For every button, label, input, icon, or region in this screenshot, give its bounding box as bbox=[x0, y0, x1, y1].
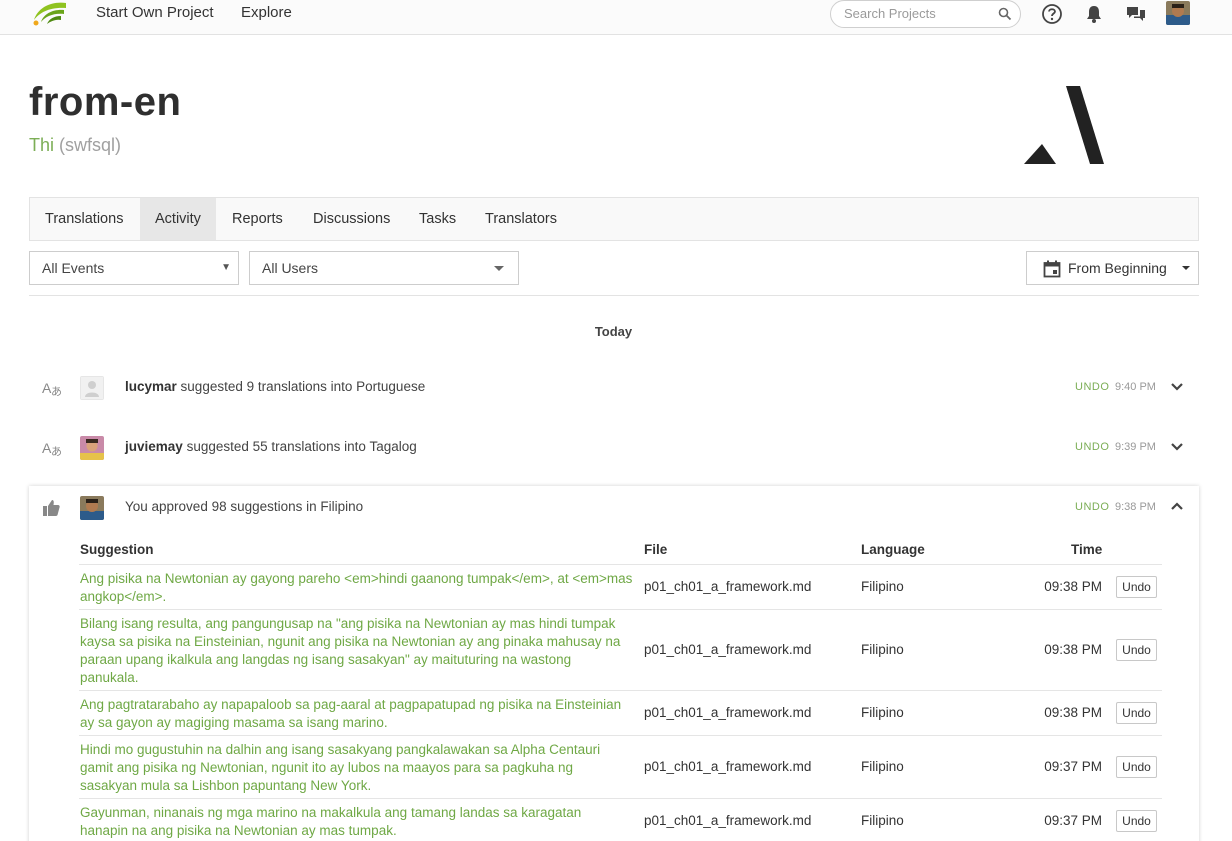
calendar-icon bbox=[1043, 260, 1061, 278]
undo-button[interactable]: Undo bbox=[1116, 810, 1157, 832]
event-description: lucymar suggested 9 translations into Po… bbox=[125, 379, 425, 394]
bell-icon[interactable] bbox=[1083, 3, 1105, 25]
owner-handle: (swfsql) bbox=[59, 135, 122, 155]
search-icon[interactable] bbox=[998, 7, 1012, 21]
event-time: 9:40 PM bbox=[1115, 381, 1156, 393]
column-header-suggestion: Suggestion bbox=[80, 542, 154, 557]
table-row: Ang pagtratarabaho ay napapaloob sa pag-… bbox=[79, 690, 1162, 735]
suggestion-time: 09:38 PM bbox=[1044, 705, 1102, 720]
activity-event: A あ lucymar suggested 9 translations int… bbox=[29, 364, 1199, 412]
users-filter-select[interactable]: All Users bbox=[249, 251, 519, 285]
project-logo-icon bbox=[1024, 86, 1104, 164]
event-user-link[interactable]: juviemay bbox=[125, 439, 183, 454]
suggestion-time: 09:38 PM bbox=[1044, 579, 1102, 594]
user-avatar[interactable] bbox=[1166, 1, 1190, 25]
owner-name-link[interactable]: Thi bbox=[29, 135, 54, 155]
events-filter-select[interactable]: All Events ▼ bbox=[29, 251, 239, 285]
date-range-button[interactable]: From Beginning bbox=[1026, 251, 1199, 285]
suggestion-time: 09:37 PM bbox=[1044, 813, 1102, 828]
undo-link[interactable]: UNDO bbox=[1075, 441, 1109, 453]
suggestion-text[interactable]: Ang pisika na Newtonian ay gayong pareho… bbox=[80, 570, 633, 606]
undo-button[interactable]: Undo bbox=[1116, 702, 1157, 724]
avatar[interactable] bbox=[80, 436, 104, 460]
events-filter-value: All Events bbox=[42, 260, 105, 276]
language: Filipino bbox=[861, 813, 904, 828]
date-range-label: From Beginning bbox=[1068, 260, 1167, 276]
undo-link[interactable]: UNDO bbox=[1075, 381, 1109, 393]
table-row: Gayunman, ninanais ng mga marino na maka… bbox=[79, 798, 1162, 841]
file-name: p01_ch01_a_framework.md bbox=[644, 705, 812, 720]
chevron-up-icon[interactable] bbox=[1169, 498, 1185, 514]
table-row: Hindi mo gugustuhin na dalhin ang isang … bbox=[79, 735, 1162, 798]
tab-activity[interactable]: Activity bbox=[140, 198, 216, 240]
table-row: Bilang isang resulta, ang pangungusap na… bbox=[79, 609, 1162, 690]
svg-text:あ: あ bbox=[51, 385, 62, 398]
chevron-down-icon[interactable] bbox=[1169, 378, 1185, 394]
column-header-language: Language bbox=[861, 542, 925, 557]
language: Filipino bbox=[861, 759, 904, 774]
search-box[interactable] bbox=[830, 0, 1021, 28]
event-time: 9:39 PM bbox=[1115, 441, 1156, 453]
tab-translations[interactable]: Translations bbox=[30, 198, 138, 240]
messages-icon[interactable] bbox=[1125, 3, 1147, 25]
undo-button[interactable]: Undo bbox=[1116, 576, 1157, 598]
undo-link[interactable]: UNDO bbox=[1075, 501, 1109, 513]
event-text: You approved 98 suggestions in Filipino bbox=[125, 499, 364, 514]
language: Filipino bbox=[861, 579, 904, 594]
activity-event: You approved 98 suggestions in Filipino … bbox=[29, 484, 1199, 532]
project-tabs: Translations Activity Reports Discussion… bbox=[29, 197, 1199, 241]
suggestion-text[interactable]: Ang pagtratarabaho ay napapaloob sa pag-… bbox=[80, 696, 633, 732]
top-navbar: Start Own Project Explore bbox=[0, 0, 1232, 35]
divider bbox=[29, 295, 1199, 296]
translate-icon: A あ bbox=[42, 440, 62, 458]
tab-translators[interactable]: Translators bbox=[470, 198, 572, 240]
tab-tasks[interactable]: Tasks bbox=[404, 198, 471, 240]
table-row: Ang pisika na Newtonian ay gayong pareho… bbox=[79, 564, 1162, 609]
undo-button[interactable]: Undo bbox=[1116, 756, 1157, 778]
tab-reports[interactable]: Reports bbox=[217, 198, 298, 240]
start-own-project-link[interactable]: Start Own Project bbox=[96, 4, 214, 21]
event-text: suggested 55 translations into Tagalog bbox=[186, 439, 417, 454]
crowdin-logo-icon[interactable] bbox=[30, 0, 70, 28]
select-caret-icon: ▼ bbox=[221, 262, 231, 273]
tab-discussions[interactable]: Discussions bbox=[298, 198, 405, 240]
caret-down-icon bbox=[1182, 266, 1190, 270]
explore-link[interactable]: Explore bbox=[241, 4, 292, 21]
project-owner: Thi (swfsql) bbox=[29, 135, 121, 156]
translate-icon: A あ bbox=[42, 380, 62, 398]
avatar[interactable] bbox=[80, 496, 104, 520]
suggestion-text[interactable]: Gayunman, ninanais ng mga marino na maka… bbox=[80, 804, 633, 840]
column-header-time: Time bbox=[1071, 542, 1103, 557]
language: Filipino bbox=[861, 642, 904, 657]
event-user-link[interactable]: lucymar bbox=[125, 379, 177, 394]
suggestion-text[interactable]: Hindi mo gugustuhin na dalhin ang isang … bbox=[80, 741, 633, 795]
help-icon[interactable] bbox=[1041, 3, 1063, 25]
thumbs-up-icon bbox=[43, 500, 60, 516]
file-name: p01_ch01_a_framework.md bbox=[644, 579, 812, 594]
event-text: suggested 9 translations into Portuguese bbox=[180, 379, 426, 394]
users-filter-value: All Users bbox=[262, 260, 319, 276]
suggestion-text[interactable]: Bilang isang resulta, ang pangungusap na… bbox=[80, 615, 633, 687]
language: Filipino bbox=[861, 705, 904, 720]
event-description: juviemay suggested 55 translations into … bbox=[125, 439, 417, 454]
activity-event: A あ juviemay suggested 55 translations i… bbox=[29, 424, 1199, 472]
suggestion-time: 09:37 PM bbox=[1044, 759, 1102, 774]
chevron-down-icon[interactable] bbox=[1169, 438, 1185, 454]
file-name: p01_ch01_a_framework.md bbox=[644, 759, 812, 774]
event-description: You approved 98 suggestions in Filipino bbox=[125, 499, 363, 514]
chevron-down-icon bbox=[494, 266, 504, 271]
svg-text:あ: あ bbox=[51, 445, 62, 458]
event-time: 9:38 PM bbox=[1115, 501, 1156, 513]
file-name: p01_ch01_a_framework.md bbox=[644, 813, 812, 828]
undo-button[interactable]: Undo bbox=[1116, 639, 1157, 661]
avatar[interactable] bbox=[80, 376, 104, 400]
day-heading: Today bbox=[594, 324, 633, 339]
column-header-file: File bbox=[644, 542, 668, 557]
suggestion-time: 09:38 PM bbox=[1044, 642, 1102, 657]
file-name: p01_ch01_a_framework.md bbox=[644, 642, 812, 657]
project-title: from-en bbox=[29, 80, 182, 124]
search-input[interactable] bbox=[844, 6, 994, 21]
